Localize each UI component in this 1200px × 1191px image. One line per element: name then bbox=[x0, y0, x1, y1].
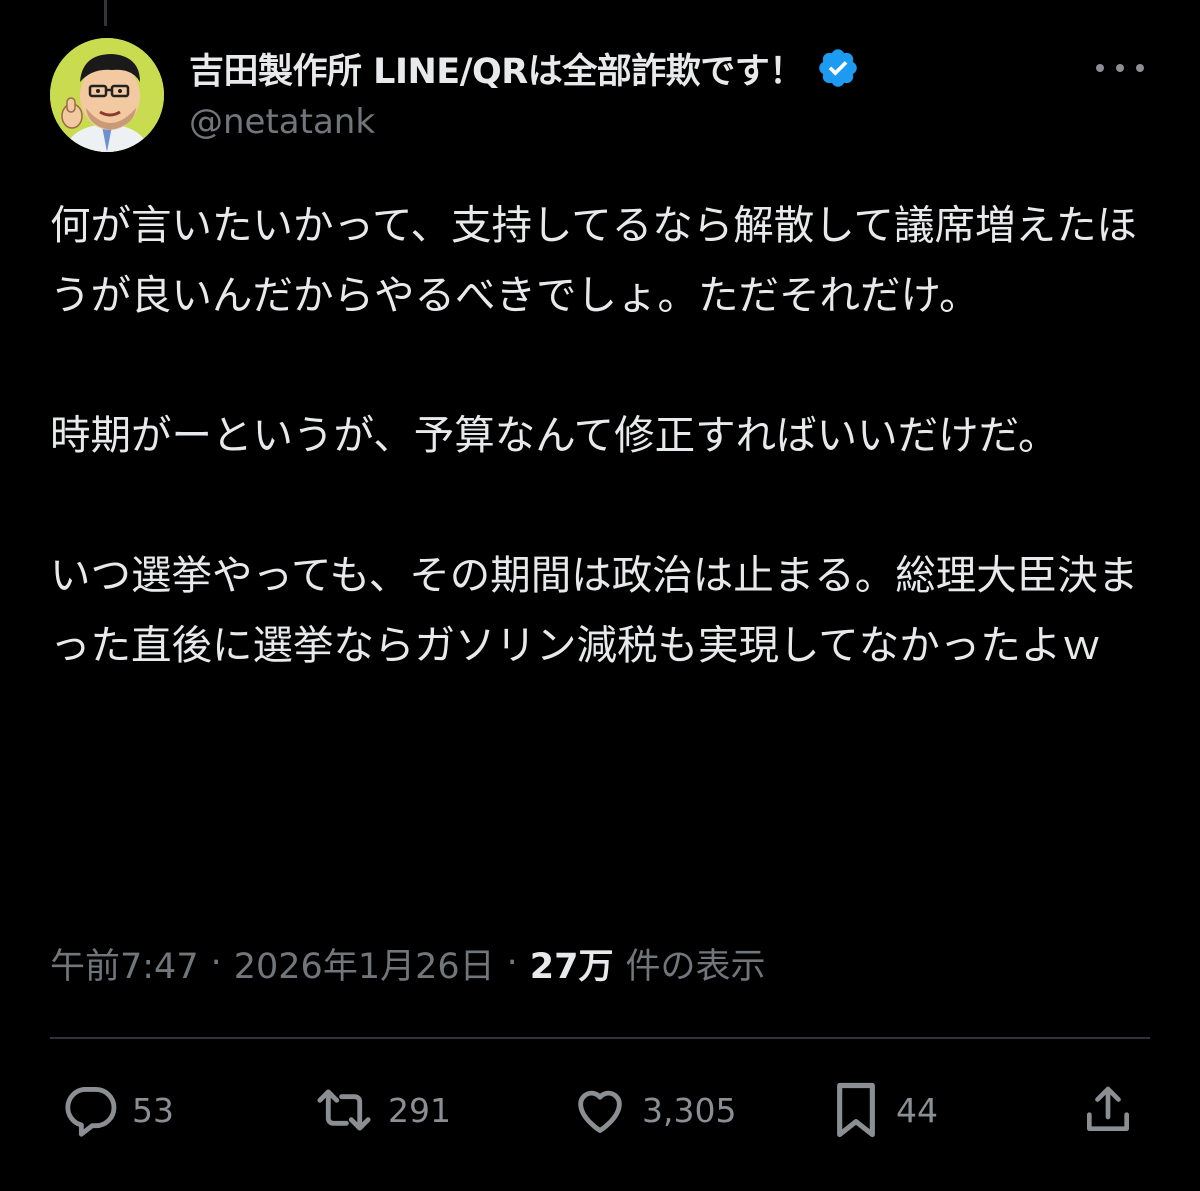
retweet-count: 291 bbox=[388, 1090, 451, 1130]
author-handle[interactable]: @netatank bbox=[189, 102, 860, 142]
more-dot bbox=[1116, 64, 1124, 72]
tweet-paragraph: 何が言いたいかって、支持してるなら解散して議席増えたほうが良いんだからやるべきで… bbox=[50, 201, 1138, 319]
reply-button[interactable]: 53 bbox=[62, 1078, 174, 1142]
cartoon-man-thumbs-up-avatar bbox=[50, 38, 164, 152]
bookmark-count: 44 bbox=[896, 1090, 938, 1130]
display-name-row: 吉田製作所 LINE/QRは全部詐欺です！ bbox=[189, 42, 860, 94]
meta-separator: · bbox=[506, 943, 518, 983]
tweet-meta: 午前7:47 · 2026年1月26日 · 27万 件の表示 bbox=[50, 935, 766, 991]
tweet-header: 吉田製作所 LINE/QRは全部詐欺です！ @netatank bbox=[50, 38, 1150, 154]
verified-badge-icon bbox=[818, 49, 857, 87]
tweet-text: 何が言いたいかって、支持してるなら解散して議席増えたほうが良いんだからやるべきで… bbox=[50, 190, 1150, 680]
tweet-paragraph: いつ選挙やっても、その期間は政治は止まる。総理大臣決まった直後に選挙ならガソリン… bbox=[50, 551, 1139, 669]
thread-connector-line bbox=[104, 0, 107, 26]
tweet-date[interactable]: 2026年1月26日 bbox=[234, 938, 495, 989]
meta-separator: · bbox=[210, 943, 222, 983]
retweet-button[interactable]: 291 bbox=[312, 1078, 451, 1142]
share-button[interactable] bbox=[1080, 1078, 1136, 1142]
more-options-button[interactable] bbox=[1096, 56, 1144, 80]
more-dot bbox=[1136, 64, 1144, 72]
reply-icon bbox=[65, 1087, 117, 1137]
share-icon bbox=[1087, 1086, 1129, 1131]
heart-icon bbox=[578, 1090, 622, 1133]
action-bar: 53 291 3,305 44 bbox=[50, 1078, 1150, 1142]
more-dots-icon bbox=[1096, 64, 1104, 72]
like-button[interactable]: 3,305 bbox=[570, 1078, 736, 1142]
tweet-time[interactable]: 午前7:47 bbox=[50, 938, 199, 989]
reply-count: 53 bbox=[132, 1090, 174, 1130]
like-count: 3,305 bbox=[642, 1090, 737, 1130]
avatar[interactable] bbox=[50, 38, 164, 152]
bookmark-icon bbox=[837, 1082, 875, 1138]
retweet-icon bbox=[317, 1089, 371, 1131]
views-count[interactable]: 27万 bbox=[530, 938, 614, 989]
tweet-paragraph: 時期がーというが、予算なんて修正すればいいだけだ。 bbox=[50, 411, 1059, 459]
bookmark-button[interactable]: 44 bbox=[828, 1078, 938, 1142]
display-name[interactable]: 吉田製作所 LINE/QRは全部詐欺です！ bbox=[189, 43, 804, 94]
author-names: 吉田製作所 LINE/QRは全部詐欺です！ @netatank bbox=[189, 42, 860, 142]
views-label: 件の表示 bbox=[625, 946, 766, 987]
divider bbox=[50, 1037, 1150, 1039]
